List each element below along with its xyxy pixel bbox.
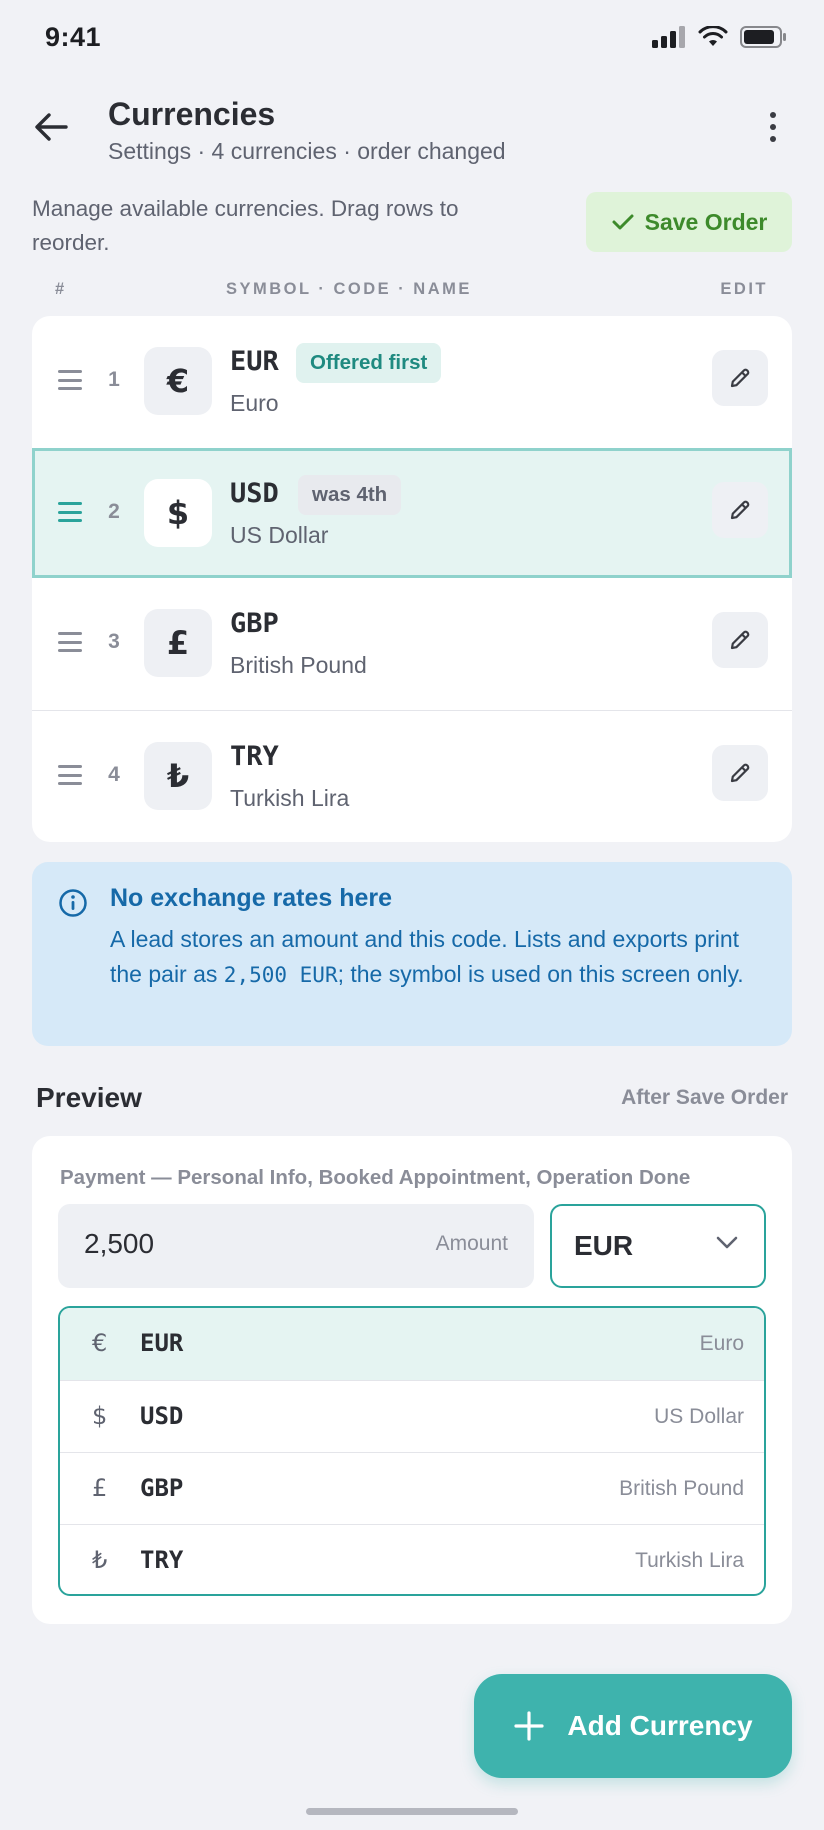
dot-icon bbox=[770, 112, 776, 118]
edit-button[interactable] bbox=[712, 745, 768, 801]
arrow-left-icon bbox=[35, 113, 68, 141]
pencil-icon bbox=[730, 763, 750, 783]
wifi-icon bbox=[698, 26, 728, 46]
row-number: 2 bbox=[108, 500, 120, 523]
preview-card: Payment — Personal Info, Booked Appointm… bbox=[32, 1136, 792, 1624]
currency-name: British Pound bbox=[230, 652, 367, 678]
status-time: 9:41 bbox=[45, 22, 102, 52]
currency-row-eur[interactable]: 1 € EUR Offered first Euro bbox=[32, 316, 792, 448]
amount-value: 2,500 bbox=[84, 1228, 155, 1259]
currency-code: USD bbox=[230, 478, 279, 509]
dropdown-option-eur[interactable]: € EUR Euro bbox=[60, 1308, 764, 1380]
currency-symbol: ₺ bbox=[144, 742, 212, 810]
row-number: 4 bbox=[108, 763, 120, 786]
column-edit: EDIT bbox=[720, 280, 768, 298]
option-code: USD bbox=[140, 1402, 184, 1430]
info-icon bbox=[59, 889, 87, 917]
dropdown-option-try[interactable]: ₺ TRY Turkish Lira bbox=[60, 1524, 764, 1594]
info-title: No exchange rates here bbox=[110, 884, 393, 912]
option-symbol: € bbox=[92, 1329, 108, 1357]
selected-currency: EUR bbox=[574, 1230, 634, 1261]
amount-input[interactable]: 2,500 Amount bbox=[58, 1204, 534, 1288]
option-name: Euro bbox=[699, 1332, 744, 1355]
currency-name: Turkish Lira bbox=[230, 785, 350, 811]
save-order-button[interactable]: Save Order bbox=[586, 192, 792, 252]
currency-code: GBP bbox=[230, 608, 279, 639]
add-currency-button[interactable]: Add Currency bbox=[474, 1674, 792, 1778]
was-position-badge: was 4th bbox=[298, 475, 402, 515]
chevron-down-icon bbox=[716, 1236, 738, 1249]
status-icons bbox=[652, 26, 788, 48]
pencil-icon bbox=[730, 630, 750, 650]
option-code: EUR bbox=[140, 1329, 184, 1357]
add-currency-label: Add Currency bbox=[567, 1710, 753, 1741]
drag-handle-icon[interactable] bbox=[58, 632, 82, 652]
drag-handle-icon[interactable] bbox=[58, 765, 82, 785]
back-button[interactable] bbox=[28, 104, 74, 150]
more-options-button[interactable] bbox=[750, 104, 796, 150]
pencil-icon bbox=[730, 368, 750, 388]
column-num: # bbox=[55, 280, 67, 298]
option-symbol: £ bbox=[92, 1474, 108, 1502]
option-name: Turkish Lira bbox=[635, 1549, 744, 1572]
page-title: Currencies bbox=[108, 96, 276, 132]
option-code: GBP bbox=[140, 1474, 184, 1502]
page-subtitle: Settings · 4 currencies · order changed bbox=[108, 138, 506, 164]
signal-icon bbox=[652, 26, 685, 48]
currency-row-gbp[interactable]: 3 £ GBP British Pound bbox=[32, 578, 792, 710]
currency-dropdown: € EUR Euro $ USD US Dollar £ GBP British… bbox=[58, 1306, 766, 1596]
drag-handle-icon[interactable] bbox=[58, 370, 82, 390]
option-symbol: ₺ bbox=[92, 1546, 108, 1574]
option-code: TRY bbox=[140, 1546, 184, 1574]
currency-row-usd[interactable]: 2 $ USD was 4th US Dollar bbox=[32, 448, 792, 578]
currency-symbol: $ bbox=[144, 479, 212, 547]
pencil-icon bbox=[730, 500, 750, 520]
payment-label: Payment — Personal Info, Booked Appointm… bbox=[60, 1166, 691, 1189]
dot-icon bbox=[770, 124, 776, 130]
row-number: 3 bbox=[108, 630, 120, 653]
preview-title: Preview bbox=[36, 1082, 142, 1113]
battery-icon bbox=[740, 26, 786, 48]
currency-select[interactable]: EUR bbox=[550, 1204, 766, 1288]
edit-button[interactable] bbox=[712, 350, 768, 406]
edit-button[interactable] bbox=[712, 612, 768, 668]
edit-button[interactable] bbox=[712, 482, 768, 538]
option-name: British Pound bbox=[619, 1477, 744, 1500]
preview-note: After Save Order bbox=[621, 1086, 788, 1109]
currency-row-try[interactable]: 4 ₺ TRY Turkish Lira bbox=[32, 710, 792, 842]
drag-handle-icon[interactable] bbox=[58, 502, 82, 522]
info-callout: No exchange rates here A lead stores an … bbox=[32, 862, 792, 1046]
home-indicator[interactable] bbox=[306, 1808, 518, 1815]
offered-first-badge: Offered first bbox=[296, 343, 442, 383]
check-icon bbox=[612, 214, 634, 230]
info-body: A lead stores an amount and this code. L… bbox=[110, 922, 770, 993]
dropdown-option-gbp[interactable]: £ GBP British Pound bbox=[60, 1452, 764, 1524]
row-number: 1 bbox=[108, 368, 120, 391]
save-order-label: Save Order bbox=[644, 208, 768, 235]
option-symbol: $ bbox=[92, 1402, 108, 1430]
currency-name: US Dollar bbox=[230, 522, 329, 548]
plus-icon bbox=[514, 1711, 545, 1741]
column-header: # SYMBOL · CODE · NAME EDIT bbox=[0, 280, 824, 302]
manage-description: Manage available currencies. Drag rows t… bbox=[32, 196, 459, 255]
info-code-sample: 2,500 EUR bbox=[223, 963, 338, 987]
currency-code: EUR bbox=[230, 346, 279, 377]
dot-icon bbox=[770, 136, 776, 142]
currency-symbol: € bbox=[144, 347, 212, 415]
info-body-text: ; the symbol is used on this screen only… bbox=[337, 961, 744, 987]
option-name: US Dollar bbox=[654, 1405, 744, 1428]
currency-list: 1 € EUR Offered first Euro 2 $ USD was 4… bbox=[32, 316, 792, 842]
dropdown-option-usd[interactable]: $ USD US Dollar bbox=[60, 1380, 764, 1452]
currency-symbol: £ bbox=[144, 609, 212, 677]
currency-name: Euro bbox=[230, 390, 279, 416]
currency-code: TRY bbox=[230, 741, 279, 772]
header: Currencies Settings · 4 currencies · ord… bbox=[0, 90, 824, 180]
status-bar: 9:41 bbox=[0, 0, 824, 80]
amount-label: Amount bbox=[435, 1232, 508, 1255]
column-main: SYMBOL · CODE · NAME bbox=[226, 280, 472, 298]
